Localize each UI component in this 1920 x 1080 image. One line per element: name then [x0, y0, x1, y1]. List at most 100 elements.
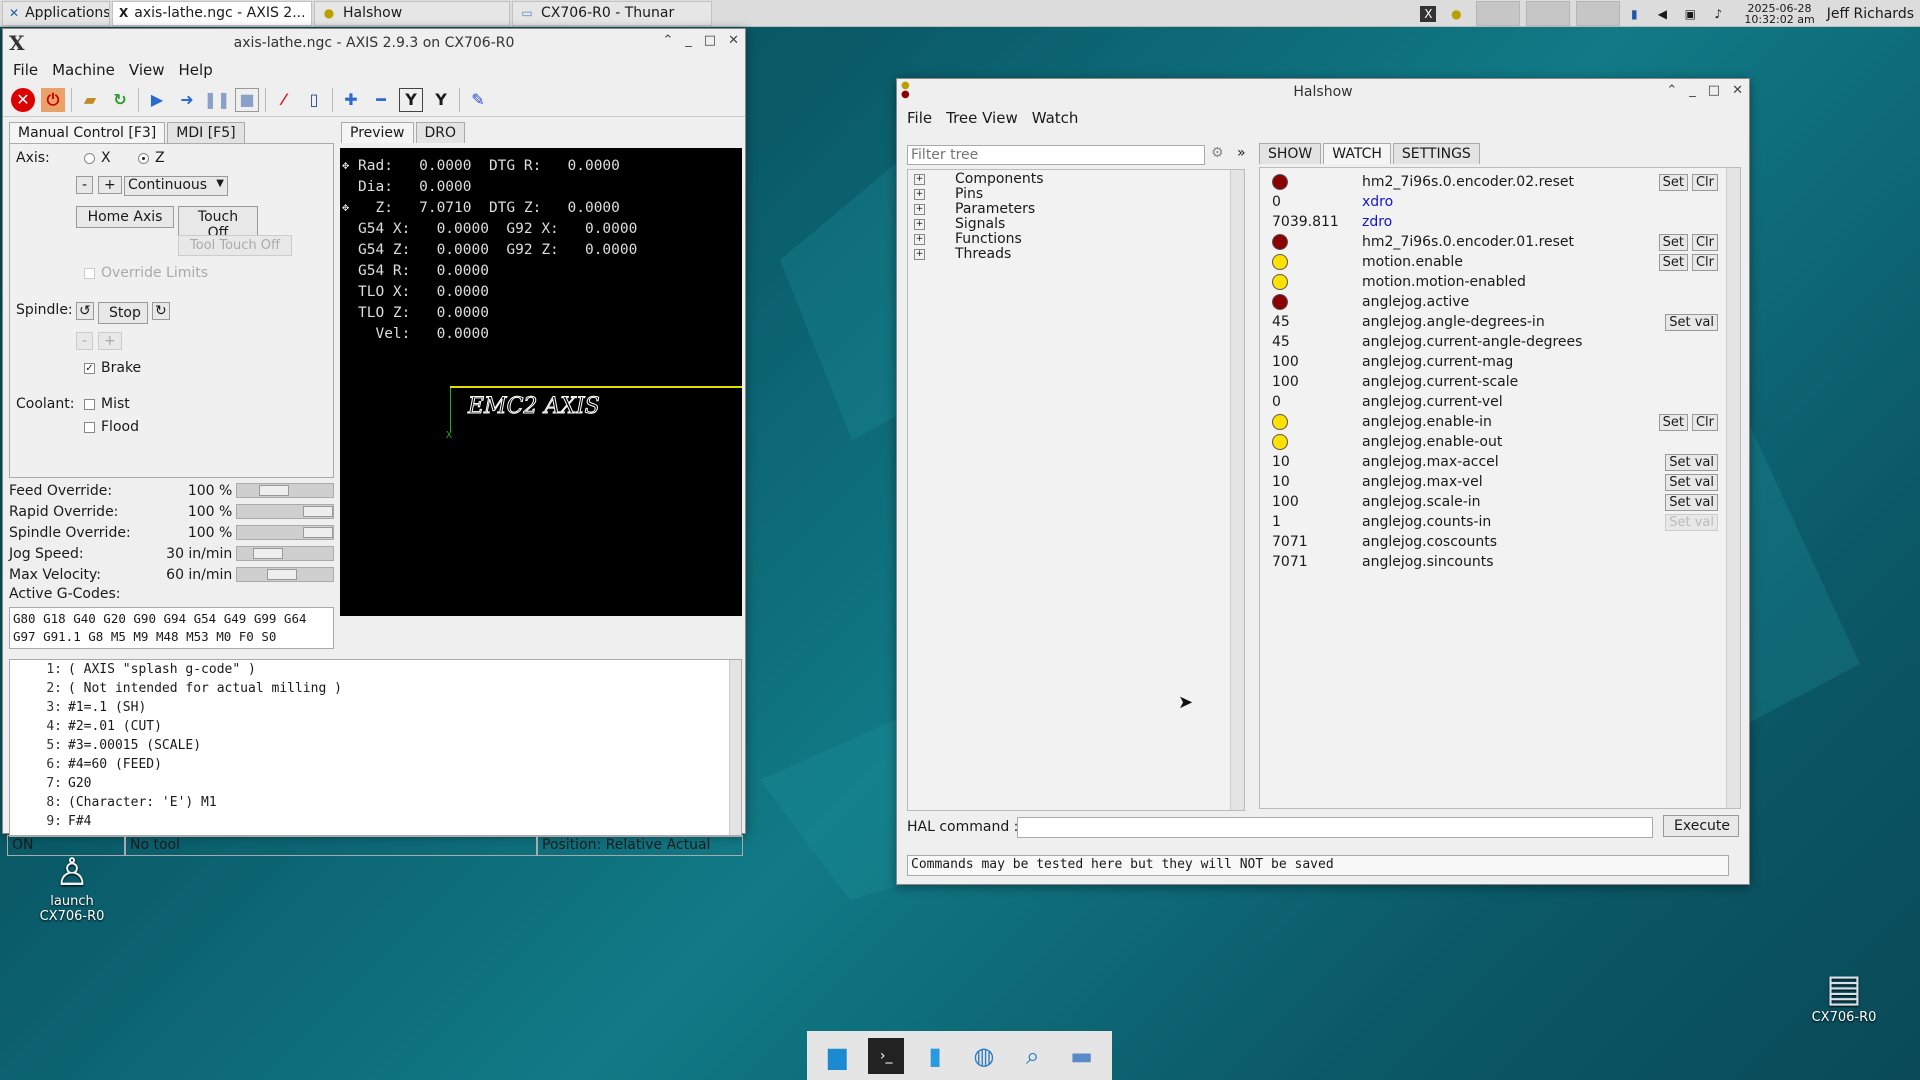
slider-knob[interactable] — [253, 548, 284, 559]
set-button[interactable]: Set — [1658, 253, 1688, 271]
shade-icon[interactable]: ⌃ — [662, 33, 673, 48]
radio-x[interactable] — [84, 152, 95, 164]
show-desktop-icon[interactable]: ▆ — [819, 1038, 855, 1074]
menu-view[interactable]: View — [129, 61, 165, 79]
slider-knob[interactable] — [259, 485, 290, 496]
user-name[interactable]: Jeff Richards — [1827, 6, 1914, 22]
tab-watch[interactable]: WATCH — [1323, 143, 1391, 164]
radio-z[interactable] — [138, 152, 149, 164]
clear-button[interactable]: Clr — [1691, 233, 1718, 251]
code-scrollbar[interactable] — [729, 660, 741, 836]
expand-icon[interactable]: + — [914, 219, 925, 230]
tab-manual-control[interactable]: Manual Control [F3] — [9, 122, 166, 143]
spindle-slower-button[interactable]: - — [76, 332, 94, 350]
maximize-icon[interactable]: □ — [1708, 83, 1720, 98]
tree-node-components[interactable]: + Components — [914, 172, 1044, 187]
tab-preview[interactable]: Preview — [341, 122, 414, 143]
halshow-titlebar[interactable]: ● ● Halshow ⌃ _ □ ✕ — [897, 79, 1749, 105]
workspace-2[interactable] — [1526, 1, 1571, 26]
hal-command-input[interactable] — [1017, 817, 1653, 838]
tree-node-parameters[interactable]: + Parameters — [914, 202, 1044, 217]
file-manager-icon[interactable]: ▮ — [917, 1038, 953, 1074]
zoom-out-icon[interactable]: ━ — [369, 88, 393, 112]
view-y-icon[interactable]: Y — [399, 87, 423, 112]
clipboard-icon[interactable]: ▣ — [1682, 6, 1698, 22]
tab-show[interactable]: SHOW — [1259, 143, 1322, 164]
maximize-icon[interactable]: □ — [704, 33, 716, 48]
gcode-listing[interactable]: 1:( AXIS "splash g-code" ) 2:( Not inten… — [9, 659, 742, 837]
spindle-faster-button[interactable]: + — [98, 332, 122, 350]
tree-node-threads[interactable]: + Threads — [914, 247, 1044, 262]
spindle-ccw-icon[interactable]: ↺ — [76, 302, 94, 320]
gear-icon[interactable]: ⚙ — [1211, 145, 1224, 161]
jog-mode-select[interactable]: Continuous ▼ — [124, 176, 228, 196]
set-value-button[interactable]: Set val — [1665, 513, 1718, 531]
web-browser-icon[interactable]: ◍ — [966, 1038, 1002, 1074]
tool-touch-off-button[interactable]: Tool Touch Off — [178, 235, 292, 256]
expand-icon[interactable]: + — [914, 174, 925, 185]
view-y2-icon[interactable]: Y — [429, 88, 453, 112]
tree-scrollbar[interactable] — [1230, 170, 1244, 810]
filter-tree-input[interactable] — [907, 145, 1205, 165]
clear-button[interactable]: Clr — [1691, 173, 1718, 191]
task-halshow[interactable]: ● Halshow — [314, 0, 510, 26]
estop-icon[interactable]: ✕ — [11, 87, 35, 112]
optional-stop-icon[interactable]: ▯ — [302, 88, 326, 112]
menu-tree-view[interactable]: Tree View — [946, 109, 1018, 127]
pause-icon[interactable]: ❚❚ — [204, 88, 231, 112]
axis-titlebar[interactable]: X axis-lathe.ngc - AXIS 2.9.3 on CX706-R… — [3, 29, 745, 57]
clock[interactable]: 2025-06-28 10:32:02 am — [1744, 3, 1814, 25]
tab-dro[interactable]: DRO — [415, 122, 466, 143]
desktop-launcher[interactable]: ♙ launch CX706-R0 — [36, 850, 108, 924]
watch-scrollbar[interactable] — [1726, 168, 1740, 808]
clear-button[interactable]: Clr — [1691, 413, 1718, 431]
shade-icon[interactable]: ⌃ — [1666, 83, 1677, 98]
block-delete-icon[interactable]: ⁄ — [272, 88, 296, 112]
clear-button[interactable]: Clr — [1691, 253, 1718, 271]
folder-icon[interactable]: ▬ — [1064, 1038, 1100, 1074]
preview-canvas[interactable]: ✥ ✥ Rad: 0.0000 DTG R: 0.0000 Dia: 0.000… — [340, 148, 742, 616]
brake-checkbox[interactable]: ✓ Brake — [84, 360, 141, 376]
workspace-3[interactable] — [1576, 1, 1621, 26]
collapse-arrow-icon[interactable]: » — [1237, 145, 1246, 161]
spindle-stop-button[interactable]: Stop — [98, 302, 148, 324]
set-button[interactable]: Set — [1658, 413, 1688, 431]
minimize-icon[interactable]: _ — [685, 33, 692, 48]
tree-node-functions[interactable]: + Functions — [914, 232, 1044, 247]
menu-help[interactable]: Help — [179, 61, 213, 79]
tab-settings[interactable]: SETTINGS — [1392, 143, 1480, 164]
mist-checkbox[interactable]: Mist — [84, 396, 130, 412]
execute-button[interactable]: Execute — [1663, 815, 1739, 837]
close-icon[interactable]: ✕ — [728, 33, 739, 48]
close-icon[interactable]: ✕ — [1732, 83, 1743, 98]
menu-watch[interactable]: Watch — [1032, 109, 1079, 127]
volume-icon[interactable]: ◀ — [1654, 6, 1670, 22]
expand-icon[interactable]: + — [914, 249, 925, 260]
run-icon[interactable]: ▶ — [145, 88, 169, 112]
task-axis[interactable]: Xaxis-lathe.ngc - AXIS 2... — [112, 0, 312, 26]
jog-minus-button[interactable]: - — [76, 176, 94, 194]
reload-icon[interactable]: ↻ — [108, 88, 132, 112]
override-limits-checkbox[interactable]: Override Limits — [84, 265, 208, 281]
expand-icon[interactable]: + — [914, 189, 925, 200]
expand-icon[interactable]: + — [914, 234, 925, 245]
tab-mdi[interactable]: MDI [F5] — [167, 122, 245, 143]
jog-plus-button[interactable]: + — [98, 176, 122, 194]
spindle-override-slider[interactable] — [236, 525, 335, 540]
axis-z-radio[interactable]: Z — [138, 150, 165, 166]
menu-file[interactable]: File — [13, 61, 38, 79]
rapid-override-slider[interactable] — [236, 504, 335, 519]
zoom-in-icon[interactable]: ✚ — [339, 88, 363, 112]
menu-machine[interactable]: Machine — [52, 61, 115, 79]
terminal-icon[interactable]: ›_ — [868, 1037, 905, 1074]
axis-x-radio[interactable]: X — [84, 150, 111, 166]
set-value-button[interactable]: Set val — [1665, 493, 1718, 511]
expand-icon[interactable]: + — [914, 204, 925, 215]
menu-file[interactable]: File — [907, 109, 932, 127]
active-gcodes-box[interactable]: G80 G18 G40 G20 G90 G94 G54 G49 G99 G64 G… — [9, 607, 334, 649]
set-value-button[interactable]: Set val — [1665, 313, 1718, 331]
checkbox[interactable] — [84, 267, 95, 279]
tree-node-pins[interactable]: + Pins — [914, 187, 1044, 202]
open-file-icon[interactable]: ▰ — [78, 88, 102, 112]
spindle-cw-icon[interactable]: ↻ — [152, 302, 170, 320]
